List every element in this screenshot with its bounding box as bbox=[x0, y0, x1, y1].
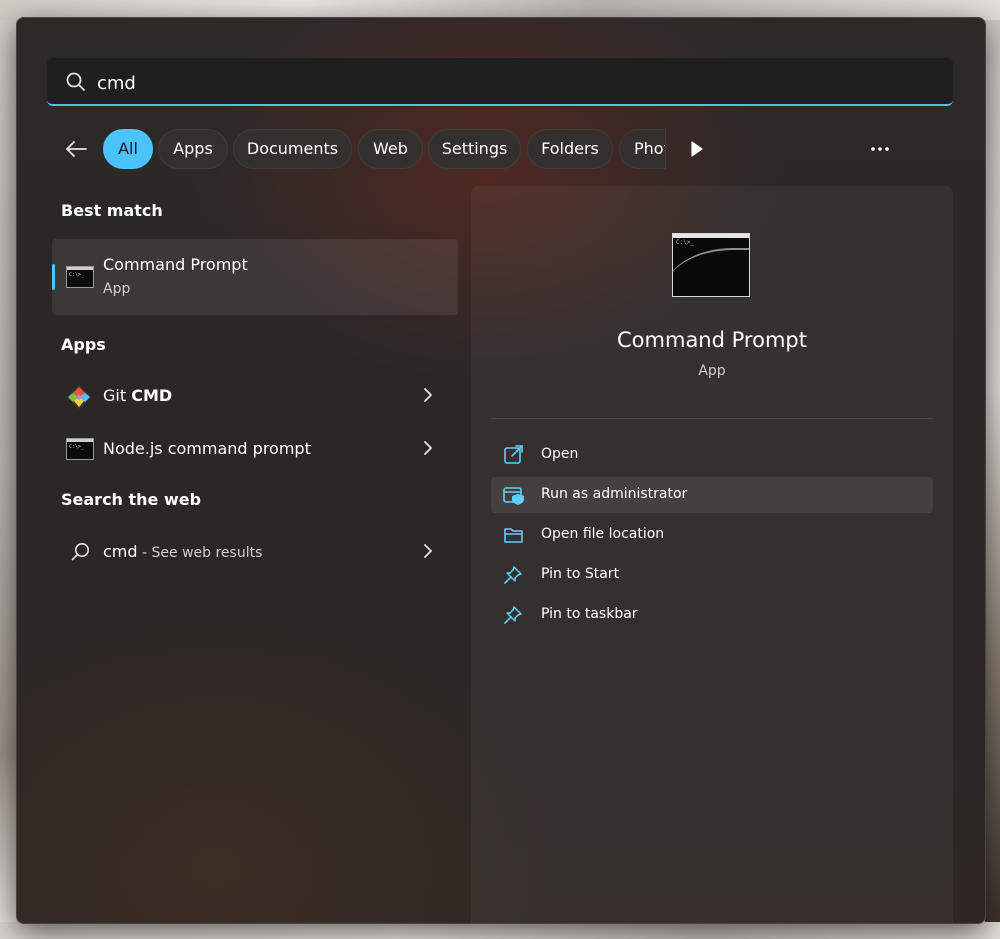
action-open[interactable]: Open bbox=[491, 437, 933, 473]
desktop-background-right bbox=[985, 20, 1000, 939]
filter-apps[interactable]: Apps bbox=[158, 129, 228, 169]
action-open-file-location[interactable]: Open file location bbox=[491, 517, 933, 553]
filter-web[interactable]: Web bbox=[358, 129, 423, 169]
git-icon bbox=[67, 385, 91, 409]
action-label: Open bbox=[541, 446, 579, 462]
search-web-heading: Search the web bbox=[61, 490, 202, 509]
search-input[interactable] bbox=[95, 68, 899, 98]
terminal-icon: C:\>_ bbox=[66, 438, 94, 460]
app-item-label: Node.js command prompt bbox=[103, 439, 311, 458]
action-run-as-administrator[interactable]: Run as administrator bbox=[491, 477, 933, 513]
best-match-title: Command Prompt bbox=[103, 255, 248, 274]
action-label: Pin to Start bbox=[541, 566, 620, 582]
scroll-right-icon[interactable] bbox=[689, 140, 705, 158]
selection-indicator bbox=[52, 264, 55, 290]
more-options-icon[interactable] bbox=[865, 136, 895, 162]
command-prompt-icon: C:\>_ bbox=[66, 266, 94, 288]
details-divider bbox=[491, 418, 933, 419]
details-subtitle: App bbox=[698, 363, 726, 379]
pin-icon bbox=[504, 606, 522, 624]
pin-icon bbox=[504, 566, 522, 584]
chevron-right-icon bbox=[424, 544, 432, 558]
action-pin-to-start[interactable]: Pin to Start bbox=[491, 557, 933, 593]
search-box[interactable] bbox=[47, 58, 953, 106]
filter-folders[interactable]: Folders bbox=[527, 129, 613, 169]
action-pin-to-taskbar[interactable]: Pin to taskbar bbox=[491, 597, 933, 633]
best-match-heading: Best match bbox=[61, 201, 163, 220]
desktop-background-bottom bbox=[0, 922, 1000, 939]
app-item-git-cmd[interactable]: Git CMD bbox=[52, 373, 458, 419]
details-title: Command Prompt bbox=[617, 328, 807, 352]
action-label: Open file location bbox=[541, 526, 665, 542]
chevron-right-icon bbox=[424, 388, 432, 402]
filter-photos[interactable]: Phot bbox=[619, 129, 666, 169]
start-search-panel: All Apps Documents Web Settings Folders … bbox=[16, 17, 986, 924]
app-item-label: Git CMD bbox=[103, 386, 173, 405]
admin-shield-icon bbox=[503, 487, 524, 505]
web-result-label: cmd - See web results bbox=[103, 542, 263, 561]
web-result-item[interactable]: cmd - See web results bbox=[52, 529, 458, 575]
command-prompt-large-icon: C:\>_ bbox=[672, 233, 750, 297]
action-label: Pin to taskbar bbox=[541, 606, 638, 622]
chevron-right-icon bbox=[424, 441, 432, 455]
best-match-subtitle: App bbox=[103, 281, 131, 297]
action-label: Run as administrator bbox=[541, 486, 688, 502]
details-pane: C:\>_ Command Prompt App Open Run as adm… bbox=[471, 186, 953, 923]
desktop-background-left bbox=[0, 20, 16, 939]
back-arrow-icon[interactable] bbox=[61, 134, 91, 164]
search-icon bbox=[71, 543, 89, 561]
filter-documents[interactable]: Documents bbox=[233, 129, 352, 169]
filter-settings[interactable]: Settings bbox=[428, 129, 521, 169]
apps-heading: Apps bbox=[61, 335, 106, 354]
open-external-icon bbox=[504, 445, 523, 464]
search-icon bbox=[66, 72, 85, 91]
app-item-nodejs-prompt[interactable]: C:\>_ Node.js command prompt bbox=[52, 426, 458, 472]
best-match-item[interactable]: C:\>_ Command Prompt App bbox=[52, 239, 458, 315]
folder-icon bbox=[504, 528, 523, 543]
filter-all[interactable]: All bbox=[103, 129, 153, 169]
